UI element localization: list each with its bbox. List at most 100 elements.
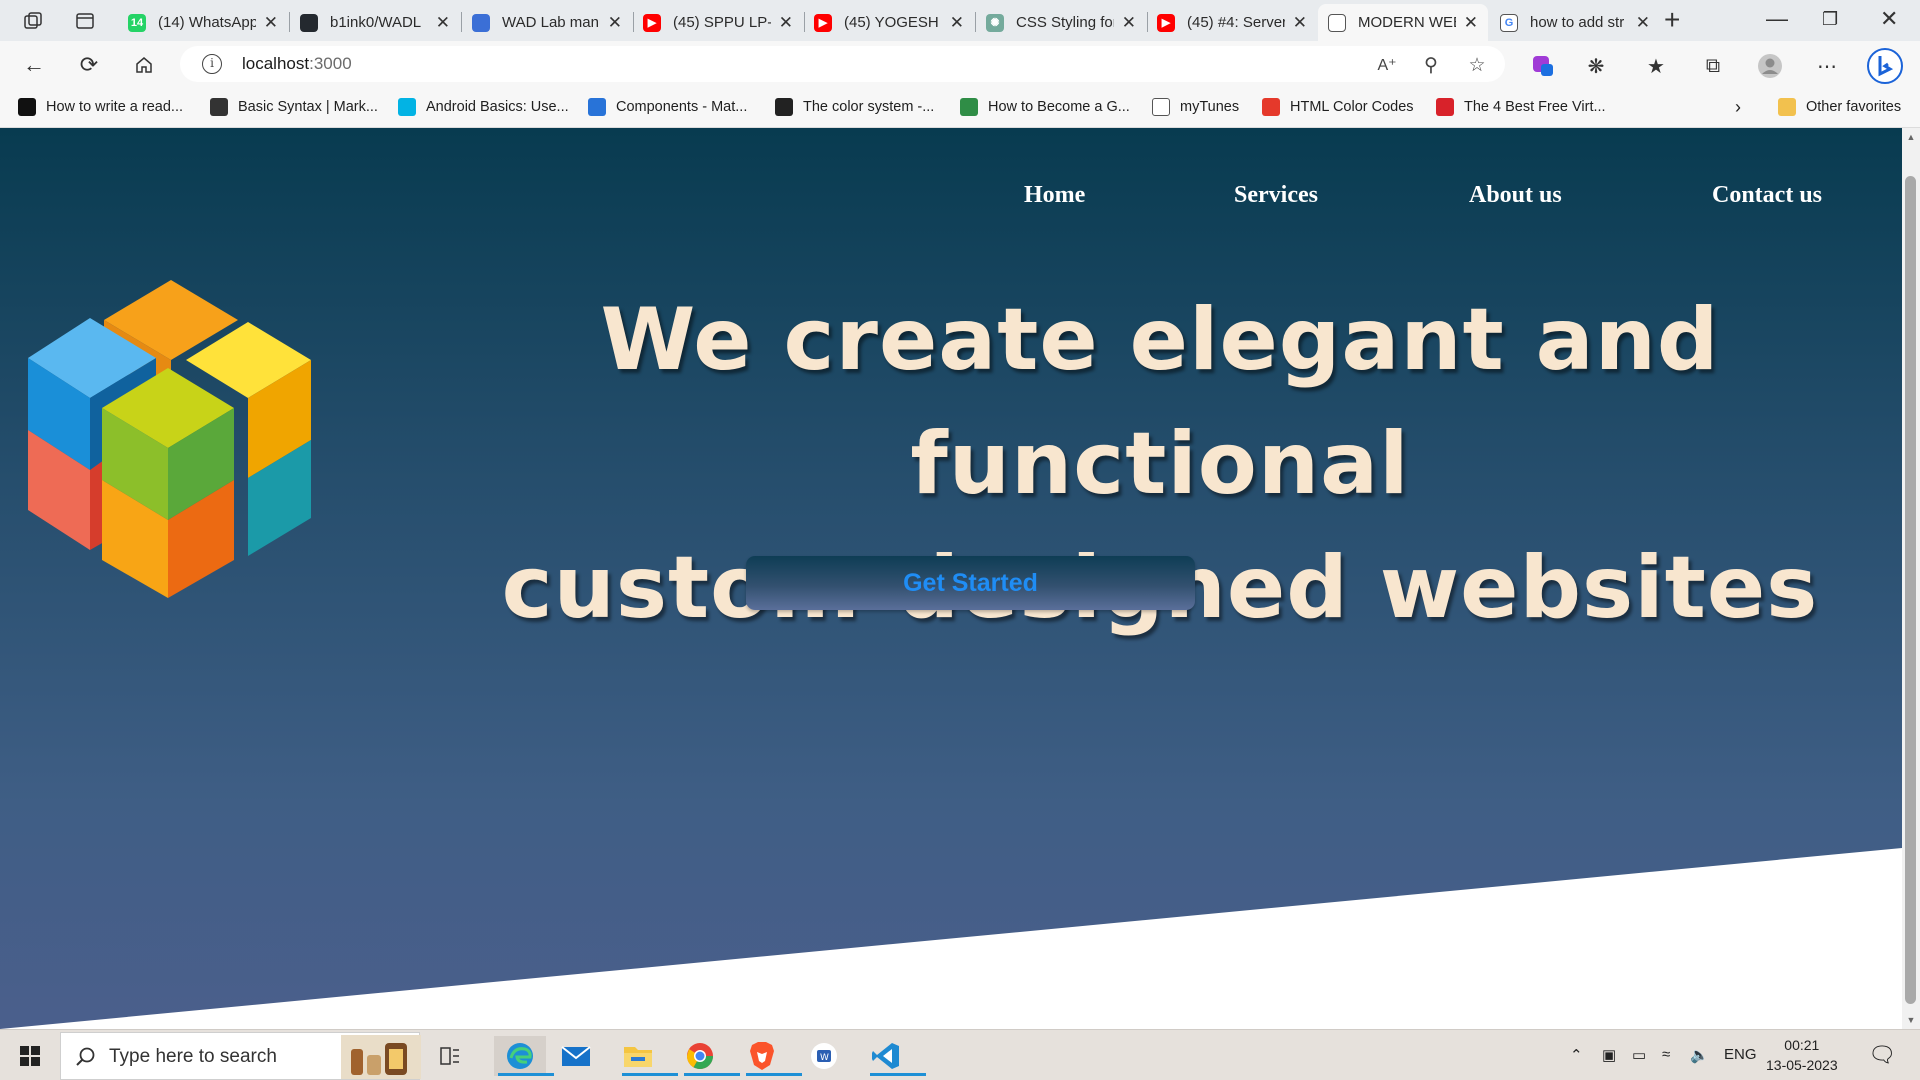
tab-close-icon[interactable]: ✕ bbox=[1464, 13, 1478, 33]
browser-tab[interactable]: Ghow to add str ✕ bbox=[1490, 4, 1660, 41]
language-indicator[interactable]: ENG bbox=[1724, 1046, 1757, 1063]
favorite-label: myTunes bbox=[1180, 99, 1240, 115]
copilot-designer-icon[interactable] bbox=[1530, 53, 1556, 79]
get-started-button[interactable]: Get Started bbox=[746, 556, 1195, 610]
bing-chat-icon[interactable] bbox=[1866, 47, 1904, 85]
favorite-link[interactable]: Android Basics: Use... bbox=[398, 96, 569, 118]
add-favorite-star-icon[interactable]: ☆ bbox=[1463, 51, 1491, 79]
address-bar[interactable]: i localhost:3000 A⁺ ⚲ ☆ bbox=[180, 46, 1505, 82]
taskbar-edge-icon[interactable] bbox=[494, 1036, 554, 1076]
minimize-icon[interactable]: — bbox=[1766, 6, 1788, 32]
scroll-down-arrow-icon[interactable]: ▼ bbox=[1905, 1015, 1917, 1025]
windows-taskbar: Type here to search W ⌃ ▣ ▭ ≈ 🔈 ENG 00:2… bbox=[0, 1029, 1920, 1080]
tab-title: CSS Styling for bbox=[1016, 14, 1114, 31]
tab-close-icon[interactable]: ✕ bbox=[779, 13, 793, 33]
tab-title: b1ink0/WADL bbox=[330, 14, 422, 31]
favorites-bar: How to write a read... Basic Syntax | Mar… bbox=[0, 87, 1920, 128]
battery-icon[interactable]: ▭ bbox=[1632, 1046, 1646, 1064]
tab-close-icon[interactable]: ✕ bbox=[264, 13, 278, 33]
nav-services-link[interactable]: Services bbox=[1234, 182, 1318, 209]
taskbar-clock[interactable]: 00:21 13-05-2023 bbox=[1766, 1035, 1838, 1075]
tab-close-icon[interactable]: ✕ bbox=[1122, 13, 1136, 33]
favorites-overflow-chevron-icon[interactable]: › bbox=[1735, 96, 1741, 118]
favorite-label: The color system -... bbox=[803, 99, 935, 115]
tab-title: (45) SPPU LP- bbox=[673, 14, 771, 31]
workspaces-icon[interactable] bbox=[20, 8, 46, 34]
favorite-link[interactable]: myTunes bbox=[1152, 96, 1239, 118]
github-icon bbox=[775, 98, 793, 116]
favorite-label: HTML Color Codes bbox=[1290, 99, 1414, 115]
scrollbar-thumb[interactable] bbox=[1905, 176, 1916, 1004]
browser-tab[interactable]: ✺ CSS Styling for ✕ bbox=[976, 4, 1146, 41]
zoom-icon[interactable]: ⚲ bbox=[1417, 51, 1445, 79]
tab-title: WAD Lab manual bbox=[502, 14, 600, 31]
site-info-icon[interactable]: i bbox=[202, 54, 222, 74]
refresh-icon[interactable]: ⟳ bbox=[75, 51, 103, 79]
cube-logo bbox=[28, 280, 311, 598]
collections-icon[interactable]: ⧉ bbox=[1700, 53, 1726, 79]
favorite-link[interactable]: How to Become a G... bbox=[960, 96, 1130, 118]
favorite-link[interactable]: HTML Color Codes bbox=[1262, 96, 1414, 118]
nav-contact-link[interactable]: Contact us bbox=[1712, 182, 1822, 209]
wifi-icon[interactable]: ≈ bbox=[1662, 1046, 1670, 1063]
github-icon bbox=[18, 98, 36, 116]
profile-avatar[interactable] bbox=[1757, 53, 1783, 79]
close-window-icon[interactable]: ✕ bbox=[1880, 6, 1898, 32]
home-icon[interactable] bbox=[130, 51, 158, 79]
udacity-icon bbox=[398, 98, 416, 116]
other-favorites-folder[interactable]: Other favorites bbox=[1778, 96, 1901, 118]
tab-close-icon[interactable]: ✕ bbox=[950, 13, 964, 33]
tab-close-icon[interactable]: ✕ bbox=[1636, 13, 1650, 33]
favorite-link[interactable]: How to write a read... bbox=[18, 96, 183, 118]
favorites-icon[interactable]: ★ bbox=[1643, 53, 1669, 79]
tab-actions-icon[interactable] bbox=[72, 8, 98, 34]
notifications-icon[interactable]: 🗨 bbox=[1868, 1042, 1896, 1068]
browser-tab[interactable]: ▶ (45) SPPU LP- ✕ bbox=[633, 4, 803, 41]
restore-icon[interactable]: ❐ bbox=[1822, 9, 1838, 30]
favorite-link[interactable]: The 4 Best Free Virt... bbox=[1436, 96, 1606, 118]
new-tab-plus-icon[interactable]: + bbox=[1664, 6, 1680, 34]
favorite-link[interactable]: Components - Mat... bbox=[588, 96, 747, 118]
favorite-label: The 4 Best Free Virt... bbox=[1464, 99, 1606, 115]
more-menu-icon[interactable]: ⋯ bbox=[1814, 53, 1840, 79]
tab-close-icon[interactable]: ✕ bbox=[436, 13, 450, 33]
nav-about-link[interactable]: About us bbox=[1469, 182, 1562, 209]
browser-tab[interactable]: WAD Lab manual ✕ bbox=[462, 4, 632, 41]
read-aloud-icon[interactable]: A⁺ bbox=[1373, 51, 1401, 79]
browser-tab[interactable]: ▶ (45) #4: Server ✕ bbox=[1147, 4, 1317, 41]
taskbar-chrome-icon[interactable] bbox=[680, 1036, 740, 1076]
back-arrow-icon[interactable]: ← bbox=[20, 51, 48, 79]
extensions-puzzle-icon[interactable]: ❋ bbox=[1583, 53, 1609, 79]
browser-tab[interactable]: 14 (14) WhatsApp ✕ bbox=[118, 4, 288, 41]
meet-now-icon[interactable]: ▣ bbox=[1602, 1046, 1616, 1064]
tab-close-icon[interactable]: ✕ bbox=[1293, 13, 1307, 33]
browser-tab[interactable]: b1ink0/WADL ✕ bbox=[290, 4, 460, 41]
taskbar-word-app-icon[interactable]: W bbox=[804, 1036, 844, 1076]
favorite-link[interactable]: Basic Syntax | Mark... bbox=[210, 96, 378, 118]
url-text[interactable]: localhost:3000 bbox=[242, 54, 352, 74]
task-view-icon[interactable] bbox=[430, 1036, 470, 1076]
nav-home-link[interactable]: Home bbox=[1024, 182, 1085, 209]
browser-tab[interactable]: MODERN WEB ✕ bbox=[1318, 4, 1488, 41]
page-icon bbox=[1152, 98, 1170, 116]
taskbar-file-explorer-icon[interactable] bbox=[618, 1036, 678, 1076]
scroll-up-arrow-icon[interactable]: ▲ bbox=[1905, 132, 1917, 142]
github-icon bbox=[300, 13, 318, 32]
taskbar-search-box[interactable]: Type here to search bbox=[60, 1032, 421, 1080]
taskbar-mail-icon[interactable] bbox=[556, 1036, 596, 1076]
windows-start-icon[interactable] bbox=[10, 1036, 50, 1076]
favorite-label: How to write a read... bbox=[46, 99, 183, 115]
tab-title: how to add str bbox=[1530, 14, 1625, 31]
volume-icon[interactable]: 🔈 bbox=[1690, 1046, 1709, 1064]
taskbar-brave-icon[interactable] bbox=[742, 1036, 802, 1076]
taskbar-vscode-icon[interactable] bbox=[866, 1036, 926, 1076]
document-user-icon bbox=[472, 13, 490, 32]
tab-close-icon[interactable]: ✕ bbox=[608, 13, 622, 33]
hdd-icon bbox=[1436, 98, 1454, 116]
browser-tab[interactable]: ▶ (45) YOGESH ✕ bbox=[804, 4, 974, 41]
whatsapp-icon: 14 bbox=[128, 13, 146, 32]
favorite-link[interactable]: The color system -... bbox=[775, 96, 934, 118]
youtube-icon: ▶ bbox=[814, 13, 832, 32]
hero-headline-line1: We create elegant and functional bbox=[600, 290, 1720, 514]
show-hidden-icons-chevron-icon[interactable]: ⌃ bbox=[1570, 1046, 1583, 1064]
